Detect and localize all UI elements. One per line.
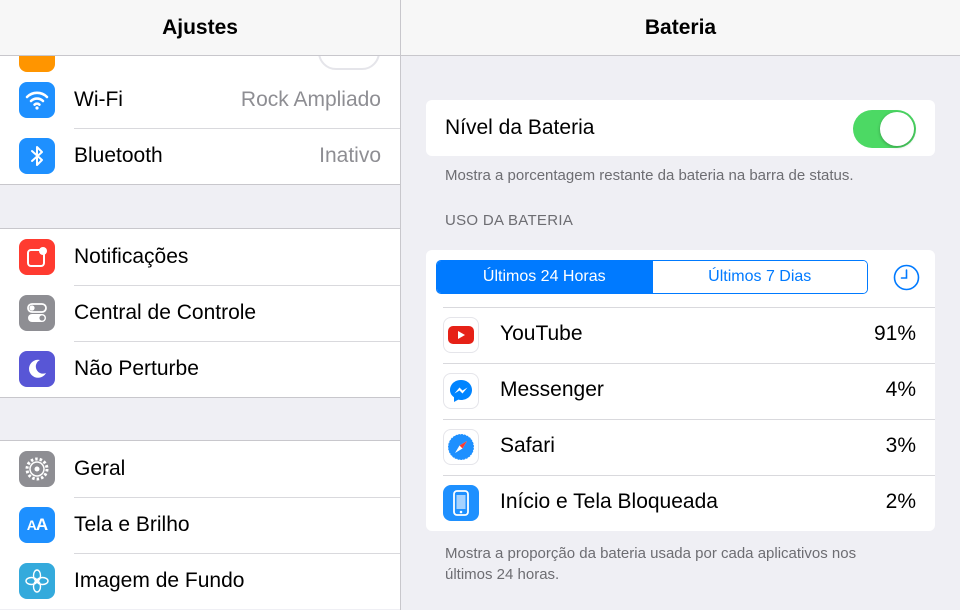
- settings-navbar: Ajustes: [0, 0, 400, 56]
- network-group: Wi-Fi Rock Ampliado Bluetooth Inativo: [0, 72, 400, 185]
- notifications-icon: [19, 239, 55, 275]
- battery-level-toggle[interactable]: [853, 110, 916, 148]
- moon-icon: [19, 351, 55, 387]
- app-percent: 3%: [885, 434, 916, 457]
- notifications-label: Notificações: [74, 245, 189, 268]
- partial-row: [0, 56, 400, 73]
- wallpaper-label: Imagem de Fundo: [74, 569, 245, 592]
- toggle-knob: [880, 112, 914, 146]
- wifi-value: Rock Ampliado: [240, 88, 381, 111]
- app-row-safari[interactable]: Safari 3%: [426, 419, 935, 475]
- usage-period-segmented-control: Últimos 24 Horas Últimos 7 Dias: [436, 260, 868, 294]
- home-lock-icon: [443, 485, 479, 521]
- sidebar-item-general[interactable]: Geral: [0, 441, 400, 497]
- messenger-icon: [443, 373, 479, 409]
- display-brightness-icon: AA: [19, 507, 55, 543]
- usage-footer-line1: Mostra a proporção da bateria usada por …: [445, 545, 857, 562]
- general-label: Geral: [74, 457, 126, 480]
- battery-pane: Bateria Nível da Bateria Mostra a porcen…: [401, 0, 960, 610]
- control-center-icon: [19, 295, 55, 331]
- youtube-icon: [443, 317, 479, 353]
- settings-title: Ajustes: [162, 15, 238, 39]
- battery-navbar: Bateria: [401, 0, 960, 56]
- app-percent: 4%: [885, 378, 916, 401]
- bluetooth-icon: [19, 138, 55, 174]
- usage-card: Últimos 24 Horas Últimos 7 Dias YouTube …: [426, 250, 935, 531]
- app-name: YouTube: [500, 322, 583, 345]
- clock-icon[interactable]: [893, 264, 920, 296]
- usage-header: USO DA BATERIA: [445, 212, 574, 229]
- wifi-label: Wi-Fi: [74, 88, 123, 111]
- app-name: Início e Tela Bloqueada: [500, 490, 718, 513]
- app-percent: 91%: [873, 322, 916, 345]
- sidebar-item-do-not-disturb[interactable]: Não Perturbe: [0, 341, 400, 397]
- app-name: Messenger: [500, 378, 604, 401]
- system-group: Notificações Central de Controle Não Per…: [0, 228, 400, 398]
- tab-last-7-days[interactable]: Últimos 7 Dias: [651, 261, 867, 293]
- bluetooth-value: Inativo: [319, 144, 381, 167]
- display-label: Tela e Brilho: [74, 513, 190, 536]
- general-group: Geral AA Tela e Brilho Imagem de Fundo: [0, 440, 400, 609]
- sidebar-item-bluetooth[interactable]: Bluetooth Inativo: [0, 128, 400, 184]
- usage-footer-line2: últimos 24 horas.: [445, 566, 560, 583]
- sidebar-item-display[interactable]: AA Tela e Brilho: [0, 497, 400, 553]
- usage-footer: Mostra a proporção da bateria usada por …: [445, 543, 856, 585]
- sidebar-item-control-center[interactable]: Central de Controle: [0, 285, 400, 341]
- gear-icon: [19, 451, 55, 487]
- do-not-disturb-label: Não Perturbe: [74, 357, 199, 380]
- app-row-messenger[interactable]: Messenger 4%: [426, 363, 935, 419]
- sidebar-item-notifications[interactable]: Notificações: [0, 229, 400, 285]
- tab-last-24-hours[interactable]: Últimos 24 Horas: [437, 261, 652, 293]
- battery-level-footer: Mostra a porcentagem restante da bateria…: [445, 167, 854, 184]
- battery-level-label: Nível da Bateria: [445, 116, 595, 139]
- wallpaper-flower-icon: [19, 563, 55, 599]
- app-percent: 2%: [885, 490, 916, 513]
- sidebar-item-wifi[interactable]: Wi-Fi Rock Ampliado: [0, 72, 400, 128]
- app-row-youtube[interactable]: YouTube 91%: [426, 307, 935, 363]
- wifi-icon: [19, 82, 55, 118]
- control-center-label: Central de Controle: [74, 301, 257, 324]
- battery-title: Bateria: [644, 15, 717, 39]
- settings-pane: Ajustes Wi-Fi Rock Ampliado Bluetooth In…: [0, 0, 400, 610]
- battery-level-card: Nível da Bateria: [426, 100, 935, 156]
- partial-toggle[interactable]: [318, 56, 380, 70]
- sidebar-item-wallpaper[interactable]: Imagem de Fundo: [0, 553, 400, 609]
- safari-icon: [443, 429, 479, 465]
- airplane-mode-icon: [19, 56, 55, 72]
- app-name: Safari: [500, 434, 555, 457]
- bluetooth-label: Bluetooth: [74, 144, 163, 167]
- app-row-home-lock[interactable]: Início e Tela Bloqueada 2%: [426, 475, 935, 531]
